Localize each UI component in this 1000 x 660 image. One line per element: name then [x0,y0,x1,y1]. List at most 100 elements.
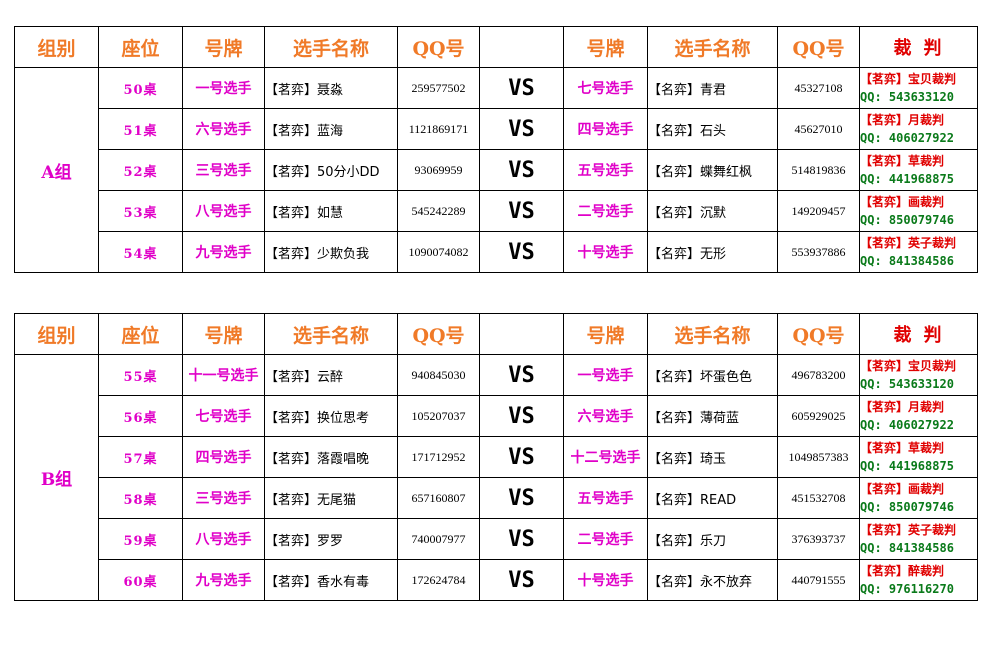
vs-label: VS [479,354,564,396]
referee-cell: 【茗弈】草裁判 QQ: 441968875 [859,436,978,478]
table-row: 56桌 七号选手 【茗弈】换位思考 105207037 VS 六号选手 【名弈】… [15,395,978,437]
seat: 58桌 [98,477,183,519]
right-player-qq: 553937886 [777,231,860,273]
seat: 54桌 [98,231,183,273]
referee-qq: QQ: 850079746 [860,500,954,514]
right-player-number: 四号选手 [563,108,648,150]
seat: 60桌 [98,559,183,601]
left-player-qq: 657160807 [397,477,480,519]
referee-cell: 【茗弈】英子裁判 QQ: 841384586 [859,231,978,273]
header-qq-2: QQ号 [777,313,860,355]
right-player-name: 【名弈】永不放弃 [647,559,778,601]
group-label: A组 [14,67,99,273]
left-player-number: 八号选手 [182,190,265,232]
referee-cell: 【茗弈】月裁判 QQ: 406027922 [859,108,978,150]
seat: 55桌 [98,354,183,396]
right-player-name: 【名弈】蝶舞红枫 [647,149,778,191]
vs-label: VS [479,395,564,437]
left-player-qq: 940845030 [397,354,480,396]
vs-label: VS [479,108,564,150]
right-player-number: 六号选手 [563,395,648,437]
left-player-number: 十一号选手 [182,354,265,396]
right-player-qq: 376393737 [777,518,860,560]
left-player-number: 三号选手 [182,149,265,191]
left-player-qq: 171712952 [397,436,480,478]
vs-label: VS [479,559,564,601]
seat: 57桌 [98,436,183,478]
left-player-name: 【茗弈】如慧 [264,190,398,232]
referee-qq: QQ: 441968875 [860,172,954,186]
left-player-number: 八号选手 [182,518,265,560]
right-player-qq: 496783200 [777,354,860,396]
referee-cell: 【茗弈】月裁判 QQ: 406027922 [859,395,978,437]
header-number: 号牌 [182,313,265,355]
left-player-qq: 545242289 [397,190,480,232]
left-player-qq: 1090074082 [397,231,480,273]
table-row: 57桌 四号选手 【茗弈】落霞唱晚 171712952 VS 十二号选手 【名弈… [15,436,978,478]
referee-cell: 【茗弈】画裁判 QQ: 850079746 [859,190,978,232]
group-b-table: 组别 座位 号牌 选手名称 QQ号 号牌 选手名称 QQ号 裁判 B组 55桌 … [14,313,978,601]
right-player-name: 【名弈】乐刀 [647,518,778,560]
table-row: 53桌 八号选手 【茗弈】如慧 545242289 VS 二号选手 【名弈】沉默… [15,190,978,232]
referee-name: 【茗弈】月裁判 [860,400,945,414]
referee-qq: QQ: 406027922 [860,418,954,432]
left-player-qq: 105207037 [397,395,480,437]
left-player-qq: 740007977 [397,518,480,560]
header-vs [479,313,564,355]
left-player-number: 九号选手 [182,231,265,273]
group-label: B组 [14,354,99,601]
right-player-number: 二号选手 [563,190,648,232]
referee-cell: 【茗弈】宝贝裁判 QQ: 543633120 [859,354,978,396]
right-player-number: 一号选手 [563,354,648,396]
right-player-number: 七号选手 [563,67,648,109]
left-player-qq: 259577502 [397,67,480,109]
left-player-number: 四号选手 [182,436,265,478]
table-row: 52桌 三号选手 【茗弈】50分小DD 93069959 VS 五号选手 【名弈… [15,149,978,191]
header-number-2: 号牌 [563,313,648,355]
right-player-qq: 451532708 [777,477,860,519]
seat: 53桌 [98,190,183,232]
right-player-number: 十号选手 [563,559,648,601]
left-player-name: 【茗弈】无尾猫 [264,477,398,519]
header-row: 组别 座位 号牌 选手名称 QQ号 号牌 选手名称 QQ号 裁判 [14,26,978,68]
referee-name: 【茗弈】英子裁判 [860,236,957,250]
left-player-number: 六号选手 [182,108,265,150]
left-player-number: 三号选手 [182,477,265,519]
referee-name: 【茗弈】画裁判 [860,482,945,496]
left-player-name: 【茗弈】蓝海 [264,108,398,150]
referee-name: 【茗弈】草裁判 [860,441,945,455]
referee-qq: QQ: 441968875 [860,459,954,473]
right-player-qq: 1049857383 [777,436,860,478]
left-player-number: 一号选手 [182,67,265,109]
left-player-name: 【茗弈】罗罗 [264,518,398,560]
referee-cell: 【茗弈】草裁判 QQ: 441968875 [859,149,978,191]
referee-name: 【茗弈】宝贝裁判 [860,359,957,373]
header-group: 组别 [14,313,99,355]
right-player-name: 【名弈】琦玉 [647,436,778,478]
table-row: A组 50桌 一号选手 【茗弈】聂淼 259577502 VS 七号选手 【名弈… [14,67,978,273]
right-player-number: 十号选手 [563,231,648,273]
right-player-name: 【名弈】坏蛋色色 [647,354,778,396]
right-player-name: 【名弈】无形 [647,231,778,273]
right-player-number: 二号选手 [563,518,648,560]
referee-cell: 【茗弈】醉裁判 QQ: 976116270 [859,559,978,601]
header-vs [479,26,564,68]
header-referee: 裁判 [859,26,978,68]
right-player-name: 【名弈】青君 [647,67,778,109]
referee-qq: QQ: 976116270 [860,582,954,596]
left-player-name: 【茗弈】云醉 [264,354,398,396]
vs-label: VS [479,436,564,478]
referee-name: 【茗弈】画裁判 [860,195,945,209]
seat: 52桌 [98,149,183,191]
referee-cell: 【茗弈】画裁判 QQ: 850079746 [859,477,978,519]
referee-name: 【茗弈】宝贝裁判 [860,72,957,86]
left-player-qq: 1121869171 [397,108,480,150]
referee-qq: QQ: 841384586 [860,541,954,555]
right-player-number: 五号选手 [563,149,648,191]
table-row: 60桌 九号选手 【茗弈】香水有毒 172624784 VS 十号选手 【名弈】… [15,559,978,601]
right-player-qq: 45327108 [777,67,860,109]
header-name: 选手名称 [264,26,398,68]
header-group: 组别 [14,26,99,68]
vs-label: VS [479,518,564,560]
left-player-qq: 172624784 [397,559,480,601]
